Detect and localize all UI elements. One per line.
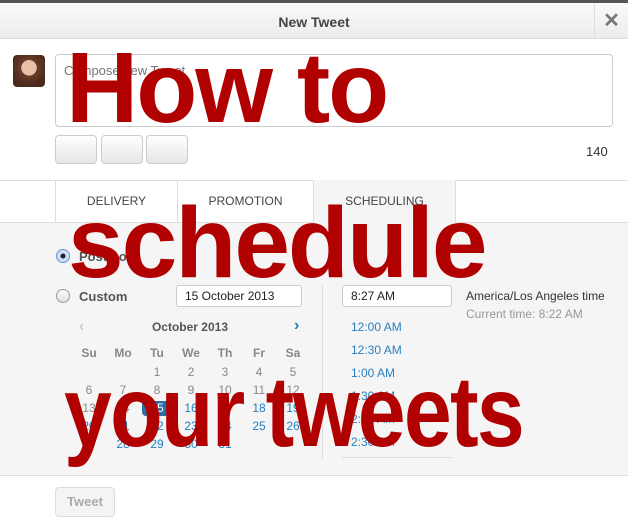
- time-option[interactable]: 12:30 AM: [351, 343, 402, 357]
- avatar: [13, 55, 45, 87]
- tweet-button[interactable]: Tweet: [55, 487, 115, 517]
- current-time: Current time: 8:22 AM: [466, 307, 583, 321]
- timezone-label: America/Los Angeles time: [466, 289, 605, 303]
- time-option[interactable]: 12:00 AM: [351, 320, 402, 334]
- next-month-icon[interactable]: ›: [294, 317, 299, 335]
- dialog-title: New Tweet: [278, 14, 350, 30]
- overlay-title-line-1: How to: [66, 32, 389, 144]
- overlay-title-line-2: schedule: [68, 187, 487, 299]
- char-count: 140: [586, 144, 608, 159]
- calendar-month: October 2013: [151, 320, 229, 334]
- prev-month-icon[interactable]: ‹: [79, 318, 84, 336]
- overlay-title-line-3: your tweets: [64, 356, 525, 468]
- close-icon[interactable]: ✕: [594, 3, 628, 39]
